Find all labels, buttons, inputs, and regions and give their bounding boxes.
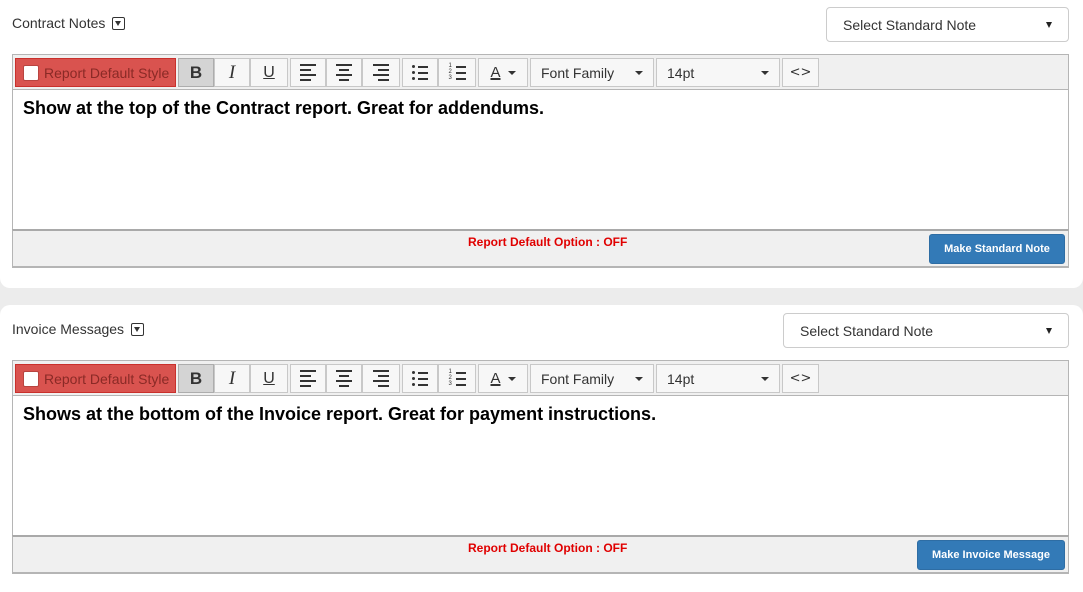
editor-footer: Report Default Option : OFF Make Invoice… xyxy=(12,535,1069,573)
numbered-list-icon: 1 2 3 xyxy=(449,369,466,387)
bold-button[interactable]: B xyxy=(178,364,214,393)
align-right-icon xyxy=(373,370,389,387)
chevron-down-icon xyxy=(507,70,516,75)
collapse-toggle-icon[interactable] xyxy=(112,16,126,30)
font-size-value: 14pt xyxy=(667,64,695,81)
bold-button[interactable]: B xyxy=(178,58,214,87)
align-center-button[interactable] xyxy=(326,364,362,393)
editor-toolbar: Report Default Style B I U 1 2 3 A Font … xyxy=(13,55,1068,90)
chevron-down-icon xyxy=(1046,327,1052,334)
report-default-style-toggle[interactable]: Report Default Style xyxy=(15,58,176,87)
font-family-label: Font Family xyxy=(541,64,615,81)
select-value: Select Standard Note xyxy=(800,322,934,339)
invoice-messages-panel: Invoice Messages Select Standard Note Re… xyxy=(0,305,1083,592)
section-title: Invoice Messages xyxy=(12,321,125,337)
align-right-button[interactable] xyxy=(362,58,400,87)
editor-footer: Report Default Option : OFF Make Standar… xyxy=(12,229,1069,267)
checkbox-icon[interactable] xyxy=(23,370,39,387)
font-family-dropdown[interactable]: Font Family xyxy=(530,58,654,87)
code-view-icon: <> xyxy=(789,371,812,386)
align-center-icon xyxy=(336,370,352,387)
code-view-button[interactable]: <> xyxy=(782,58,819,87)
underline-button[interactable]: U xyxy=(250,364,288,393)
section-header[interactable]: Invoice Messages xyxy=(12,321,145,337)
chevron-down-icon xyxy=(761,70,769,75)
select-value: Select Standard Note xyxy=(843,16,977,33)
section-header[interactable]: Contract Notes xyxy=(12,15,126,31)
italic-button[interactable]: I xyxy=(214,58,250,87)
make-standard-note-button[interactable]: Make Standard Note xyxy=(929,234,1065,264)
font-family-label: Font Family xyxy=(541,370,615,387)
chevron-down-icon xyxy=(635,376,643,381)
report-default-style-toggle[interactable]: Report Default Style xyxy=(15,364,176,393)
contract-notes-panel: Contract Notes Select Standard Note Repo… xyxy=(0,0,1083,288)
text-color-icon: A xyxy=(490,64,501,81)
chevron-down-icon xyxy=(761,376,769,381)
report-default-option-status: Report Default Option : OFF xyxy=(468,235,628,249)
align-right-icon xyxy=(373,64,389,81)
align-center-button[interactable] xyxy=(326,58,362,87)
italic-button[interactable]: I xyxy=(214,364,250,393)
numbered-list-button[interactable]: 1 2 3 xyxy=(438,58,476,87)
bullet-list-button[interactable] xyxy=(402,364,438,393)
report-default-option-status: Report Default Option : OFF xyxy=(468,541,628,555)
standard-note-select[interactable]: Select Standard Note xyxy=(826,7,1069,42)
code-view-button[interactable]: <> xyxy=(782,364,819,393)
chevron-down-icon xyxy=(635,70,643,75)
font-size-value: 14pt xyxy=(667,370,695,387)
align-right-button[interactable] xyxy=(362,364,400,393)
underline-button[interactable]: U xyxy=(250,58,288,87)
checkbox-icon[interactable] xyxy=(23,64,39,81)
text-color-button[interactable]: A xyxy=(478,364,528,393)
chevron-down-icon xyxy=(1046,21,1052,28)
chevron-down-icon xyxy=(507,376,516,381)
align-left-icon xyxy=(300,64,316,81)
align-center-icon xyxy=(336,64,352,81)
text-color-button[interactable]: A xyxy=(478,58,528,87)
collapse-toggle-icon[interactable] xyxy=(131,322,145,336)
numbered-list-icon: 1 2 3 xyxy=(449,63,466,81)
bullet-list-icon xyxy=(412,65,428,80)
editor-content[interactable]: Shows at the bottom of the Invoice repor… xyxy=(13,396,1068,433)
text-color-icon: A xyxy=(490,370,501,387)
font-size-dropdown[interactable]: 14pt xyxy=(656,58,780,87)
align-left-icon xyxy=(300,370,316,387)
section-title: Contract Notes xyxy=(12,15,106,31)
align-left-button[interactable] xyxy=(290,364,326,393)
font-family-dropdown[interactable]: Font Family xyxy=(530,364,654,393)
bullet-list-icon xyxy=(412,371,428,386)
align-left-button[interactable] xyxy=(290,58,326,87)
editor-toolbar: Report Default Style B I U 1 2 3 A Font … xyxy=(13,361,1068,396)
make-invoice-message-button[interactable]: Make Invoice Message xyxy=(917,540,1065,570)
font-size-dropdown[interactable]: 14pt xyxy=(656,364,780,393)
standard-note-select[interactable]: Select Standard Note xyxy=(783,313,1069,348)
numbered-list-button[interactable]: 1 2 3 xyxy=(438,364,476,393)
code-view-icon: <> xyxy=(789,65,812,80)
editor-content[interactable]: Show at the top of the Contract report. … xyxy=(13,90,1068,127)
bullet-list-button[interactable] xyxy=(402,58,438,87)
default-style-label: Report Default Style xyxy=(44,64,170,81)
default-style-label: Report Default Style xyxy=(44,370,170,387)
